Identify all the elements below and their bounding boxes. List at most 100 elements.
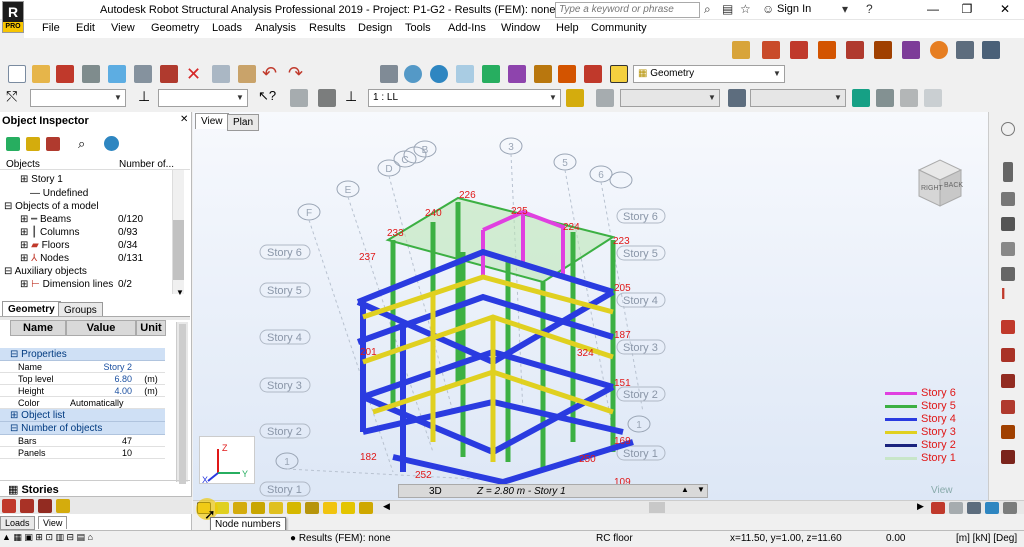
home-icon[interactable] [290,89,308,107]
table-tool-icon[interactable] [1001,400,1015,414]
story-add-icon[interactable] [2,499,16,513]
scroll-left-icon[interactable]: ◀ [383,501,390,512]
close-button[interactable]: ✕ [992,2,1018,16]
open-folder-icon[interactable] [32,65,50,83]
load-case-icon[interactable] [318,89,336,107]
print-icon[interactable] [82,65,100,83]
camera-icon[interactable] [160,65,178,83]
sign-in-link[interactable]: Sign In [777,3,811,15]
help-icon[interactable]: ? [866,2,873,16]
help-pointer-icon[interactable]: ↖? [258,88,276,104]
supports-toggle[interactable] [251,502,265,514]
prop-row-color[interactable]: Color Automatically [0,397,165,409]
story-floor-icon[interactable] [56,499,70,513]
section-number-of-objects[interactable]: ⊟ Number of objects [0,422,165,435]
load-tool-icon[interactable] [1001,348,1015,362]
loads-toggle[interactable] [305,502,319,514]
bar-selection-combo[interactable]: ▼ [158,89,248,107]
roof-slab[interactable] [385,196,616,284]
grid-red-icon[interactable] [762,41,780,59]
frame-icon[interactable] [818,41,836,59]
restore-button[interactable]: ❐ [954,2,980,16]
section-properties[interactable]: ⊟ Properties [0,348,165,361]
user-icon[interactable]: ☺ [762,2,774,16]
tree-item-dimension-lines[interactable]: ⊞ ⊢ Dimension lines 0/2 [20,279,180,290]
tree-item-nodes[interactable]: ⊞ ⅄ Nodes 0/131 [20,253,180,264]
tree-item-columns[interactable]: ⊞ ┃ Columns 0/93 [20,227,180,238]
prop-row-height[interactable]: Height 4.00 (m) [0,385,165,397]
wall-tool-icon[interactable] [1001,217,1015,231]
compass-icon[interactable] [1001,122,1015,136]
filter-icon[interactable] [728,89,746,107]
tree-item-beams[interactable]: ⊞ ━ Beams 0/120 [20,214,180,225]
bar-icon[interactable] [790,41,808,59]
funnel-icon[interactable] [26,137,40,151]
status-icons[interactable]: ▲ ▦ ▣ ⊞ ⊡ ▥ ⊟ ▤ ⌂ [2,532,93,543]
minimize-button[interactable]: — [920,2,946,16]
node-selection-combo[interactable]: ▼ [30,89,126,107]
filter-tree-icon[interactable] [6,137,20,151]
slab-tool-icon[interactable] [1001,242,1015,256]
structure-icon[interactable] [732,41,750,59]
viewport-3d[interactable]: View Plan E F D C B 3 5 6 1 1 Story 6 St… [193,112,988,500]
preview-icon[interactable] [108,65,126,83]
view-tool-3-icon[interactable] [967,502,981,514]
green-tool-icon[interactable] [852,89,870,107]
section-icon[interactable] [874,41,892,59]
opening-tool-icon[interactable] [1001,267,1015,281]
delete-icon[interactable]: ✕ [186,64,201,85]
menu-tools[interactable]: Tools [405,22,431,34]
view-tool-1-icon[interactable] [931,502,945,514]
chevron-down-icon[interactable]: ▾ [842,2,848,16]
grid-scrollbar[interactable] [176,322,188,484]
stack-tool-icon[interactable] [1001,425,1015,439]
tree-item-story-1[interactable]: ⊞ Story 1 [20,174,63,185]
paste-icon[interactable] [238,65,256,83]
menu-add-ins[interactable]: Add-Ins [448,22,486,34]
screen-capture-icon[interactable] [134,65,152,83]
support-tool-icon[interactable] [1001,320,1015,334]
status-units[interactable]: [m] [kN] [Deg] [956,533,1017,544]
bar-selection-icon[interactable]: ⊥ [138,88,150,105]
close-icon[interactable]: ✕ [180,114,188,125]
beam-tool-icon[interactable] [1001,192,1015,206]
scroll-right-icon[interactable]: ▶ [917,501,924,512]
release-icon[interactable] [902,41,920,59]
menu-view[interactable]: View [111,22,135,34]
tree-item-auxiliary[interactable]: ⊟ Auxiliary objects [4,266,87,277]
story-table-icon[interactable] [38,499,52,513]
display-toggle[interactable] [359,502,373,514]
view-tool-2-icon[interactable] [949,502,963,514]
wrench-icon[interactable] [584,65,602,83]
prop-row-name[interactable]: Name Story 2 [0,361,165,373]
mode-combo[interactable]: ▼ [620,89,720,107]
i-section-icon[interactable]: I [1001,286,1005,304]
view-down-icon[interactable]: ▼ [697,485,705,494]
properties-icon[interactable] [876,89,894,107]
layout-combo[interactable]: ▦ Geometry ▼ [633,65,785,83]
load-case-combo[interactable]: 1 : LL ▼ [368,89,561,107]
view-tool-5-icon[interactable] [1003,502,1017,514]
menu-community[interactable]: Community [591,22,647,34]
menu-design[interactable]: Design [358,22,392,34]
load-selection-icon[interactable]: ⊥ [345,88,357,105]
scroll-down-icon[interactable]: ▼ [176,288,184,297]
tables-icon[interactable] [924,89,942,107]
support-icon[interactable] [846,41,864,59]
cart-icon[interactable]: ▤ [722,2,733,16]
column-tool-icon[interactable] [1003,162,1013,182]
node-icon[interactable] [930,41,948,59]
layout-icon[interactable] [982,41,1000,59]
hourglass-icon[interactable] [46,137,60,151]
offsets-toggle[interactable] [269,502,283,514]
ruler-icon[interactable] [558,65,576,83]
section-object-list[interactable]: ⊞ Object list [0,409,165,422]
panels-toggle[interactable] [287,502,301,514]
axis-icon[interactable] [482,65,500,83]
view-tool-4-icon[interactable] [985,502,999,514]
filter-combo[interactable]: ▼ [750,89,846,107]
tree-item-floors[interactable]: ⊞ ▰ Floors 0/34 [20,240,180,251]
menu-file[interactable]: File [42,22,60,34]
node-selection-icon[interactable]: ⤲ [6,88,17,105]
search-icon[interactable]: ⌕ [78,136,85,152]
